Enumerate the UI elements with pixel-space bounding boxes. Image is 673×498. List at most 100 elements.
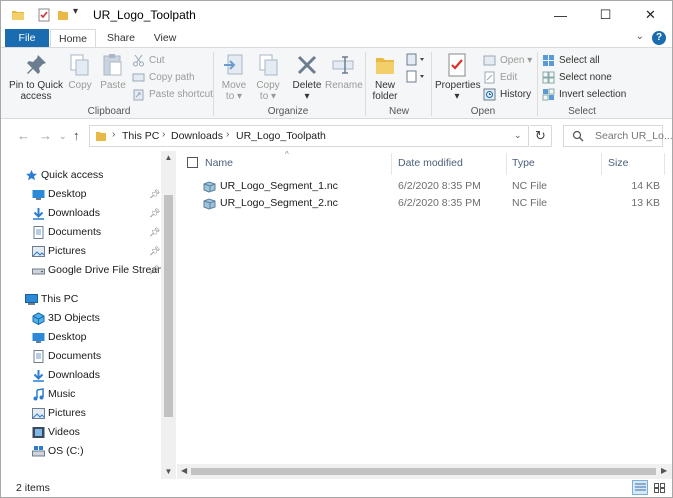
column-header-name[interactable]: Name xyxy=(205,157,233,169)
scrollbar-thumb[interactable] xyxy=(164,195,173,417)
nav-desktop[interactable]: Desktop xyxy=(32,328,87,347)
copy-path-button[interactable]: Copy path xyxy=(132,70,195,85)
new-folder-button[interactable]: New folder xyxy=(369,52,401,102)
pin-icon[interactable]: 📌︎ xyxy=(149,265,160,276)
scissors-icon xyxy=(133,54,144,67)
nav-quick-documents[interactable]: Documents xyxy=(32,223,162,242)
copy-to-button[interactable]: Copy to ▾ xyxy=(253,52,283,102)
invert-selection-button[interactable]: Invert selection xyxy=(542,87,626,102)
pin-label-2: access xyxy=(20,91,52,102)
breadcrumb-downloads[interactable]: Downloads xyxy=(171,130,223,142)
copy-button[interactable]: Copy xyxy=(67,52,93,91)
nav-pictures[interactable]: Pictures xyxy=(32,404,86,423)
nav-music[interactable]: Music xyxy=(32,385,75,404)
cut-button[interactable]: Cut xyxy=(132,53,165,68)
pin-icon[interactable]: 📌︎ xyxy=(149,227,160,238)
nav-this-pc[interactable]: This PC xyxy=(25,290,78,309)
breadcrumb-current-folder[interactable]: UR_Logo_Toolpath xyxy=(236,130,326,142)
nav-quick-desktop[interactable]: Desktop xyxy=(32,185,162,204)
nav-quick-google-drive[interactable]: Google Drive File Stream xyxy=(32,261,162,280)
scroll-down-icon[interactable]: ▼ xyxy=(161,467,176,476)
delete-button[interactable]: Delete ▾ xyxy=(291,52,323,102)
select-none-label: Select none xyxy=(559,72,612,83)
nav-documents[interactable]: Documents xyxy=(32,347,101,366)
column-divider[interactable] xyxy=(664,153,665,175)
pin-quick-access-button[interactable]: Pin to Quick access xyxy=(7,52,65,102)
select-all-checkbox[interactable] xyxy=(187,157,198,168)
column-divider[interactable] xyxy=(391,153,392,175)
new-item-icon[interactable] xyxy=(406,53,426,67)
breadcrumb-separator-icon: › xyxy=(112,129,116,140)
expand-ribbon-icon[interactable]: ⌄ xyxy=(636,31,644,42)
file-list-horizontal-scrollbar[interactable]: ◀ ▶ xyxy=(177,464,672,479)
address-dropdown-icon[interactable]: ⌄ xyxy=(514,130,522,141)
move-to-button[interactable]: Move to ▾ xyxy=(219,52,249,102)
file-name[interactable]: UR_Logo_Segment_1.nc xyxy=(220,180,338,192)
column-header-type[interactable]: Type xyxy=(512,157,535,169)
back-arrow-icon[interactable]: ← xyxy=(17,128,30,143)
file-row[interactable]: UR_Logo_Segment_2.nc 6/2/2020 8:35 PM NC… xyxy=(177,195,672,212)
paste-button[interactable]: Paste xyxy=(99,52,127,91)
nav-os-drive[interactable]: OS (C:) xyxy=(32,442,84,461)
edit-button[interactable]: Edit xyxy=(483,70,517,85)
properties-button[interactable]: Properties ▾ xyxy=(435,52,481,102)
scrollbar-thumb[interactable] xyxy=(191,468,656,475)
search-box[interactable]: Search UR_Lo... xyxy=(563,125,672,147)
large-icons-view-button[interactable] xyxy=(651,480,667,495)
paste-shortcut-button[interactable]: Paste shortcut xyxy=(132,87,213,102)
easy-access-icon[interactable] xyxy=(406,70,426,84)
open-button[interactable]: Open ▾ xyxy=(483,53,532,68)
pin-icon[interactable]: 📌︎ xyxy=(149,208,160,219)
column-header-date-modified[interactable]: Date modified xyxy=(398,157,463,169)
nav-label: Desktop xyxy=(48,331,87,343)
tab-share[interactable]: Share xyxy=(99,29,143,48)
properties-quick-icon[interactable] xyxy=(37,8,51,22)
file-name[interactable]: UR_Logo_Segment_2.nc xyxy=(220,197,338,209)
breadcrumb-separator-icon: › xyxy=(162,129,166,140)
cube-icon xyxy=(32,312,45,325)
new-folder-quick-icon[interactable] xyxy=(57,8,69,22)
column-divider[interactable] xyxy=(601,153,602,175)
tab-home[interactable]: Home xyxy=(50,29,96,48)
help-icon[interactable]: ? xyxy=(652,31,666,45)
breadcrumb-this-pc[interactable]: This PC xyxy=(122,130,159,142)
large-icons-view-icon xyxy=(654,483,665,493)
column-header-size[interactable]: Size xyxy=(608,157,628,169)
recent-locations-icon[interactable]: ⌄ xyxy=(59,131,67,142)
scroll-right-icon[interactable]: ▶ xyxy=(661,466,667,475)
pin-icon[interactable]: 📌︎ xyxy=(149,246,160,257)
up-arrow-icon[interactable]: ↑ xyxy=(73,128,80,143)
history-button[interactable]: History xyxy=(483,87,531,102)
invert-selection-icon xyxy=(542,88,555,101)
nav-3d-objects[interactable]: 3D Objects xyxy=(32,309,100,328)
scroll-up-icon[interactable]: ▲ xyxy=(161,153,176,162)
forward-arrow-icon[interactable]: → xyxy=(39,128,52,143)
scroll-left-icon[interactable]: ◀ xyxy=(181,466,187,475)
file-list: ^ Name Date modified Type Size UR_Logo_S… xyxy=(177,150,672,479)
select-all-button[interactable]: Select all xyxy=(542,53,600,68)
nav-pane-scrollbar[interactable]: ▲ ▼ xyxy=(161,151,176,479)
details-view-button[interactable] xyxy=(632,480,648,495)
nav-quick-downloads[interactable]: Downloads xyxy=(32,204,162,223)
properties-label-1: Properties xyxy=(435,80,481,91)
tab-file[interactable]: File xyxy=(5,29,49,48)
group-divider xyxy=(365,52,366,116)
pin-icon xyxy=(27,55,46,74)
column-divider[interactable] xyxy=(506,153,507,175)
close-button[interactable]: ✕ xyxy=(628,1,672,29)
nav-videos[interactable]: Videos xyxy=(32,423,80,442)
minimize-button[interactable]: — xyxy=(538,1,583,29)
nav-quick-pictures[interactable]: Pictures xyxy=(32,242,162,261)
nav-quick-access[interactable]: Quick access xyxy=(25,166,103,185)
customize-quick-access-icon[interactable]: ▾ xyxy=(73,6,78,20)
select-none-button[interactable]: Select none xyxy=(542,70,612,85)
address-bar[interactable]: › This PC › Downloads › UR_Logo_Toolpath… xyxy=(89,125,529,147)
refresh-icon[interactable]: ↻ xyxy=(530,125,552,147)
maximize-button[interactable]: ☐ xyxy=(583,1,628,29)
rename-button[interactable]: Rename xyxy=(325,52,363,91)
navigation-bar: ← → ⌄ ↑ › This PC › Downloads › UR_Logo_… xyxy=(1,119,672,151)
nav-downloads[interactable]: Downloads xyxy=(32,366,100,385)
pin-icon[interactable]: 📌︎ xyxy=(149,189,160,200)
file-row[interactable]: UR_Logo_Segment_1.nc 6/2/2020 8:35 PM NC… xyxy=(177,178,672,195)
tab-view[interactable]: View xyxy=(143,29,187,48)
